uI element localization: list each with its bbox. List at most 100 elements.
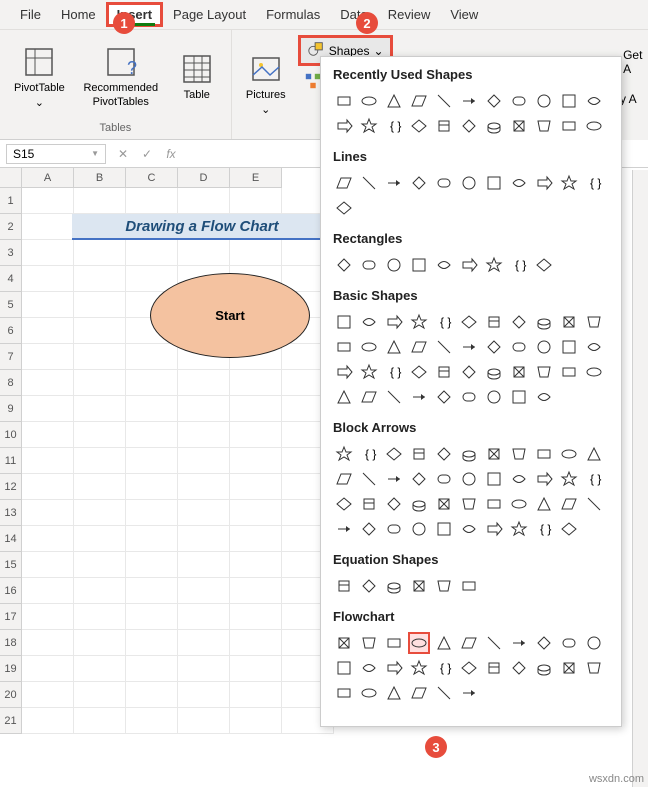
shape-item[interactable] [433,254,455,276]
cell[interactable] [22,318,74,344]
cell[interactable] [22,500,74,526]
cell[interactable] [230,240,282,266]
cell[interactable] [178,526,230,552]
cell[interactable] [126,396,178,422]
shape-item[interactable] [583,115,605,137]
shape-item[interactable] [483,632,505,654]
shape-item[interactable] [383,657,405,679]
cell[interactable] [74,318,126,344]
shape-item[interactable]: { } [433,657,455,679]
cell[interactable] [230,552,282,578]
shape-item[interactable] [483,361,505,383]
shape-item[interactable]: { } [533,518,555,540]
cell[interactable] [22,266,74,292]
cell[interactable] [230,396,282,422]
shape-item[interactable] [508,493,530,515]
shape-item[interactable] [433,493,455,515]
shape-item[interactable] [408,443,430,465]
shape-item[interactable] [358,90,380,112]
shape-item[interactable] [433,115,455,137]
row-header[interactable]: 13 [0,500,22,526]
shape-item[interactable] [458,575,480,597]
shape-item[interactable] [408,115,430,137]
shape-item[interactable] [583,657,605,679]
name-box[interactable]: S15 ▼ [6,144,106,164]
shape-item[interactable] [483,311,505,333]
cell[interactable] [126,188,178,214]
shape-item[interactable] [458,493,480,515]
cell[interactable] [126,708,178,734]
cell[interactable] [22,422,74,448]
cell[interactable] [230,708,282,734]
shape-item[interactable] [458,172,480,194]
shape-item[interactable] [358,493,380,515]
shape-item[interactable] [558,657,580,679]
shape-item[interactable] [533,493,555,515]
recommended-pivottables-button[interactable]: ? Recommended PivotTables [77,35,165,120]
cell[interactable] [22,370,74,396]
shape-item[interactable] [558,632,580,654]
shape-item[interactable] [483,115,505,137]
cell[interactable] [74,474,126,500]
row-header[interactable]: 21 [0,708,22,734]
row-header[interactable]: 8 [0,370,22,396]
shape-item[interactable]: { } [383,115,405,137]
shape-item[interactable] [408,493,430,515]
shape-item[interactable] [508,361,530,383]
cell[interactable] [230,630,282,656]
shape-item[interactable] [358,336,380,358]
shape-item[interactable] [408,172,430,194]
shape-item[interactable] [458,254,480,276]
row-header[interactable]: 6 [0,318,22,344]
cell[interactable] [22,630,74,656]
col-header[interactable]: E [230,168,282,188]
shape-item[interactable] [358,172,380,194]
cell[interactable] [178,396,230,422]
shape-item[interactable] [583,90,605,112]
cell[interactable] [22,604,74,630]
shape-item[interactable] [383,90,405,112]
shape-item[interactable] [358,468,380,490]
shape-item[interactable] [408,90,430,112]
shape-item[interactable] [508,518,530,540]
cell[interactable] [22,292,74,318]
shape-item[interactable] [358,657,380,679]
cell[interactable] [178,370,230,396]
shape-item[interactable] [508,115,530,137]
cell[interactable] [126,448,178,474]
cell[interactable] [22,656,74,682]
shape-item[interactable]: { } [508,254,530,276]
shape-item[interactable] [433,518,455,540]
row-header[interactable]: 18 [0,630,22,656]
flowchart-start-oval[interactable]: Start [150,273,310,358]
cell[interactable] [22,526,74,552]
shape-item[interactable] [558,115,580,137]
shape-item[interactable] [458,443,480,465]
cell[interactable] [230,578,282,604]
shape-item[interactable] [483,386,505,408]
shape-item[interactable] [333,311,355,333]
tab-review[interactable]: Review [378,3,441,26]
cell[interactable] [22,474,74,500]
cell[interactable] [22,214,74,240]
cell[interactable] [22,448,74,474]
shape-item[interactable] [483,90,505,112]
shape-item[interactable] [483,336,505,358]
cell[interactable] [178,500,230,526]
row-header[interactable]: 2 [0,214,22,240]
shape-item[interactable] [483,254,505,276]
shape-item[interactable] [333,657,355,679]
shape-item[interactable] [383,386,405,408]
shape-item[interactable] [483,493,505,515]
shape-item[interactable]: { } [383,361,405,383]
shape-item[interactable] [358,254,380,276]
shape-item[interactable] [408,386,430,408]
cell[interactable] [22,188,74,214]
shape-item[interactable] [358,632,380,654]
cell[interactable] [178,188,230,214]
cell[interactable] [178,240,230,266]
shape-item[interactable] [358,115,380,137]
col-header[interactable]: B [74,168,126,188]
cell[interactable] [230,370,282,396]
shape-item[interactable] [333,443,355,465]
